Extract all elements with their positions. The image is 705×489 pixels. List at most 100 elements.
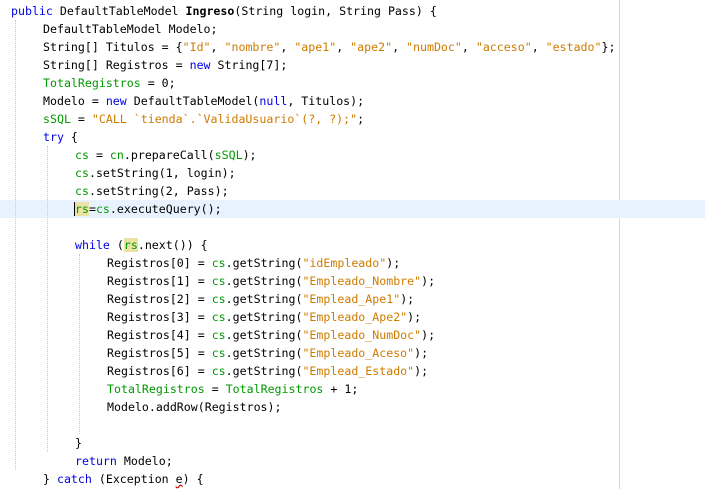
code-line[interactable]: cs.setString(1, login); bbox=[0, 164, 705, 182]
code-token: = bbox=[88, 148, 110, 162]
code-line[interactable]: TotalRegistros = TotalRegistros + 1; bbox=[0, 380, 705, 398]
code-token: String[] Registros = bbox=[43, 58, 190, 72]
code-line[interactable]: Modelo.addRow(Registros); bbox=[0, 398, 705, 416]
string-literal: "Emplead_Estado" bbox=[302, 364, 415, 378]
code-editor[interactable]: public DefaultTableModel Ingreso(String … bbox=[0, 0, 705, 489]
code-line[interactable]: Registros[3] = cs.getString("Empleado_Ap… bbox=[0, 308, 705, 326]
code-line[interactable]: } catch (Exception e) { bbox=[0, 470, 705, 488]
code-line[interactable]: sSQL = "CALL `tienda`.`ValidaUsuario`(?,… bbox=[0, 110, 705, 128]
code-text: Registros[5] = cs.getString("Empleado_Ac… bbox=[107, 344, 428, 362]
code-text: String[] Titulos = {"Id", "nombre", "ape… bbox=[43, 38, 615, 56]
code-text: while (rs.next()) { bbox=[75, 236, 208, 254]
keyword-token: null bbox=[259, 94, 288, 108]
code-text: Modelo.addRow(Registros); bbox=[107, 398, 282, 416]
method-name: Ingreso bbox=[185, 4, 235, 18]
code-token: .getString( bbox=[225, 328, 303, 342]
field-token: cs bbox=[95, 202, 110, 216]
code-text: Registros[3] = cs.getString("Empleado_Ap… bbox=[107, 308, 421, 326]
code-token: Registros[5] = bbox=[107, 346, 212, 360]
field-token: cs bbox=[75, 166, 89, 180]
code-token: .getString( bbox=[225, 346, 303, 360]
code-token: = bbox=[70, 112, 92, 126]
string-literal: "ape2" bbox=[350, 40, 393, 54]
string-literal: "idEmpleado" bbox=[302, 256, 387, 270]
code-text: } bbox=[75, 434, 82, 452]
code-line[interactable]: Registros[6] = cs.getString("Emplead_Est… bbox=[0, 362, 705, 380]
code-text: return Modelo; bbox=[75, 452, 173, 470]
field-token: cs bbox=[211, 364, 226, 378]
code-text: TotalRegistros = TotalRegistros + 1; bbox=[107, 380, 358, 398]
code-line[interactable]: TotalRegistros = 0; bbox=[0, 74, 705, 92]
code-text: sSQL = "CALL `tienda`.`ValidaUsuario`(?,… bbox=[43, 110, 364, 128]
code-line[interactable]: Modelo = new DefaultTableModel(null, Tit… bbox=[0, 92, 705, 110]
code-line[interactable]: String[] Titulos = {"Id", "nombre", "ape… bbox=[0, 38, 705, 56]
code-token: Registros[1] = bbox=[107, 274, 212, 288]
string-literal: "Emplead_Ape1" bbox=[302, 292, 401, 306]
string-literal: "ape1" bbox=[294, 40, 337, 54]
code-token: ); bbox=[386, 256, 401, 270]
code-line[interactable]: } bbox=[0, 434, 705, 452]
code-line[interactable]: public DefaultTableModel Ingreso(String … bbox=[0, 2, 705, 20]
code-line[interactable]: Registros[0] = cs.getString("idEmpleado"… bbox=[0, 254, 705, 272]
keyword-token: try bbox=[43, 130, 64, 144]
code-line[interactable]: DefaultTableModel Modelo; bbox=[0, 20, 705, 38]
code-token: Registros[3] = bbox=[107, 310, 212, 324]
code-token: .getString( bbox=[225, 274, 303, 288]
field-token: cs bbox=[211, 292, 226, 306]
highlighted-occurrence: rs bbox=[123, 238, 138, 252]
code-token: DefaultTableModel( bbox=[126, 94, 260, 108]
code-text: String[] Registros = new String[7]; bbox=[43, 56, 287, 74]
code-line[interactable]: cs.setString(2, Pass); bbox=[0, 182, 705, 200]
field-token: cs bbox=[211, 274, 226, 288]
code-line[interactable]: Registros[4] = cs.getString("Empleado_Nu… bbox=[0, 326, 705, 344]
code-token: (String login, String Pass) { bbox=[234, 4, 437, 18]
error-token: e bbox=[175, 472, 183, 486]
code-token: , bbox=[336, 40, 351, 54]
code-token: ( bbox=[109, 238, 124, 252]
string-literal: "Empleado_Aceso" bbox=[302, 346, 415, 360]
code-line[interactable]: Registros[1] = cs.getString("Empleado_No… bbox=[0, 272, 705, 290]
code-token: } bbox=[43, 472, 57, 486]
code-line[interactable]: Registros[5] = cs.getString("Empleado_Ac… bbox=[0, 344, 705, 362]
code-token: Modelo = bbox=[43, 94, 106, 108]
string-literal: "numDoc" bbox=[406, 40, 462, 54]
keyword-token: while bbox=[75, 238, 110, 252]
code-line[interactable]: while (rs.next()) { bbox=[0, 236, 705, 254]
code-token: (Exception bbox=[91, 472, 176, 486]
code-text: Registros[6] = cs.getString("Emplead_Est… bbox=[107, 362, 428, 380]
code-text: public DefaultTableModel Ingreso(String … bbox=[11, 2, 437, 20]
code-line[interactable]: String[] Registros = new String[7]; bbox=[0, 56, 705, 74]
code-text: DefaultTableModel Modelo; bbox=[43, 20, 218, 38]
code-line[interactable]: Registros[2] = cs.getString("Emplead_Ape… bbox=[0, 290, 705, 308]
code-token: , bbox=[392, 40, 407, 54]
code-text: cs.setString(2, Pass); bbox=[75, 182, 229, 200]
field-token: TotalRegistros bbox=[43, 76, 141, 90]
code-line[interactable] bbox=[0, 218, 705, 236]
code-token: { bbox=[63, 130, 78, 144]
keyword-token: new bbox=[105, 94, 127, 108]
code-token: } bbox=[75, 436, 82, 450]
current-code-line[interactable]: rs=cs.executeQuery(); bbox=[0, 200, 705, 218]
code-token: Registros[0] = bbox=[107, 256, 212, 270]
code-line[interactable]: cs = cn.prepareCall(sSQL); bbox=[0, 146, 705, 164]
code-line[interactable]: try { bbox=[0, 128, 705, 146]
keyword-token: new bbox=[189, 58, 211, 72]
code-token: = 0; bbox=[140, 76, 176, 90]
code-line[interactable]: return Modelo; bbox=[0, 452, 705, 470]
code-token: , bbox=[531, 40, 546, 54]
string-literal: "estado" bbox=[545, 40, 602, 54]
code-text: Registros[0] = cs.getString("idEmpleado"… bbox=[107, 254, 400, 272]
code-line[interactable] bbox=[0, 416, 705, 434]
code-token: .getString( bbox=[225, 310, 303, 324]
code-token: ) { bbox=[182, 472, 204, 486]
string-literal: "Empleado_NumDoc" bbox=[302, 328, 422, 342]
code-text: try { bbox=[43, 128, 78, 146]
code-text: Registros[1] = cs.getString("Empleado_No… bbox=[107, 272, 435, 290]
code-token: ); bbox=[400, 292, 415, 306]
code-token: .prepareCall( bbox=[123, 148, 215, 162]
field-token: cs bbox=[211, 346, 226, 360]
string-literal: "CALL `tienda`.`ValidaUsuario`(?, ?);" bbox=[91, 112, 358, 126]
code-token: }; bbox=[601, 40, 616, 54]
code-token: , bbox=[280, 40, 295, 54]
code-token: = bbox=[204, 382, 226, 396]
